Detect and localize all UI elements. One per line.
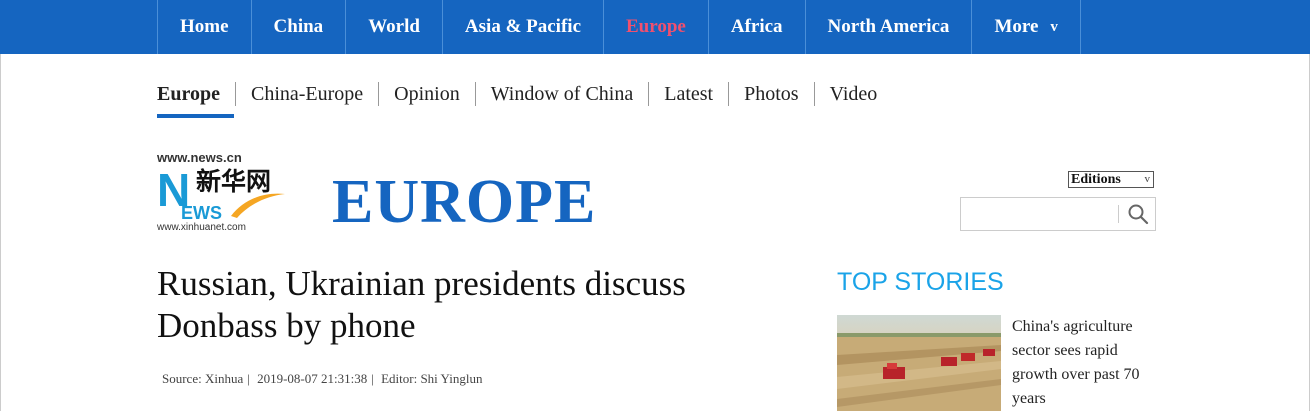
nav-item-home[interactable]: Home [158, 0, 252, 54]
section-sub-navigation: Europe China-Europe Opinion Window of Ch… [157, 82, 892, 106]
nav-item-label: North America [827, 16, 950, 37]
active-subnav-underline [157, 114, 234, 118]
section-title: EUROPE [332, 168, 597, 236]
chevron-down-icon: v [1144, 173, 1151, 185]
logo-letters-ews: EWS [181, 203, 222, 222]
nav-item-asia-pacific[interactable]: Asia & Pacific [443, 0, 604, 54]
subnav-item-photos[interactable]: Photos [728, 82, 813, 106]
nav-item-label: World [368, 16, 420, 37]
search-input[interactable] [963, 200, 1122, 230]
top-stories-heading: TOP STORIES [837, 268, 1004, 296]
subnav-item-video[interactable]: Video [813, 82, 893, 106]
page-border-left [0, 54, 1, 411]
search-box [960, 197, 1156, 231]
editions-label: Editions [1071, 172, 1121, 187]
subnav-item-latest[interactable]: Latest [648, 82, 728, 106]
subnav-item-opinion[interactable]: Opinion [378, 82, 475, 106]
editions-dropdown[interactable]: Editions v [1068, 171, 1154, 188]
harvest-field-image [837, 315, 1001, 411]
nav-item-world[interactable]: World [346, 0, 443, 54]
article-editor: Editor: Shi Yinglun [381, 371, 483, 386]
subnav-item-window-of-china[interactable]: Window of China [474, 82, 649, 106]
nav-item-more[interactable]: More v [972, 0, 1081, 54]
nav-item-africa[interactable]: Africa [709, 0, 806, 54]
news-logo-graphic: N 新华网 EWS [157, 164, 285, 222]
top-story-link[interactable]: China's agriculture sector sees rapid gr… [1012, 315, 1157, 411]
nav-item-china[interactable]: China [252, 0, 347, 54]
nav-item-label: Europe [626, 16, 686, 37]
search-icon[interactable] [1127, 203, 1149, 225]
logo-swoosh [231, 193, 285, 218]
search-divider [1118, 205, 1119, 223]
article-headline: Russian, Ukrainian presidents discuss Do… [157, 264, 686, 345]
nav-item-europe[interactable]: Europe [604, 0, 709, 54]
article-meta: Source: Xinhua | 2019-08-07 21:31:38 | Edi… [162, 371, 486, 387]
nav-item-label: More [994, 16, 1039, 37]
article-source: Source: Xinhua [162, 371, 244, 386]
subnav-item-china-europe[interactable]: China-Europe [234, 82, 378, 106]
xinhua-logo[interactable]: www.news.cn N 新华网 EWS www.xinhuanet.com [157, 150, 287, 236]
story-thumbnail[interactable] [837, 315, 1001, 411]
logo-url-bottom: www.xinhuanet.com [157, 222, 246, 233]
chevron-down-icon: v [1050, 18, 1058, 35]
nav-item-north-america[interactable]: North America [806, 0, 973, 54]
logo-url-top: www.news.cn [157, 150, 242, 165]
nav-item-label: Home [180, 16, 229, 37]
meta-separator: | [247, 371, 250, 386]
article-datetime: 2019-08-07 21:31:38 [257, 371, 368, 386]
subnav-item-europe[interactable]: Europe [157, 82, 235, 106]
nav-item-label: Asia & Pacific [464, 16, 581, 37]
top-nav-items: Home China World Asia & Pacific Europe A… [157, 0, 1081, 54]
meta-separator: | [371, 371, 374, 386]
nav-item-label: Africa [730, 16, 783, 37]
top-navigation-bar: Home China World Asia & Pacific Europe A… [0, 0, 1310, 54]
logo-chinese-text: 新华网 [196, 167, 271, 196]
nav-item-label: China [273, 16, 324, 37]
